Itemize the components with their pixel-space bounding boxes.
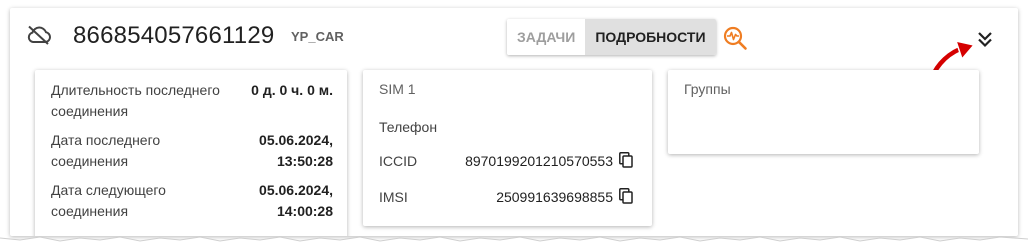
imsi-label: IMSI bbox=[379, 189, 408, 205]
stat-value: 0 д. 0 ч. 0 м. bbox=[251, 82, 333, 98]
device-header: 866854057661129 YP_CAR ЗАДАЧИ ПОДРОБНОСТ… bbox=[10, 8, 1018, 87]
stat-label: Дата последнего соединения bbox=[51, 132, 161, 169]
copy-imsi-icon[interactable] bbox=[619, 188, 633, 204]
sim-phone-label: Телефон bbox=[379, 119, 438, 135]
device-model: YP_CAR bbox=[291, 29, 344, 44]
sim-title: SIM 1 bbox=[379, 81, 416, 97]
sim-iccid-row: ICCID 8970199201210570553 bbox=[379, 152, 639, 172]
sim-card: SIM 1 Телефон ICCID 8970199201210570553 … bbox=[363, 70, 652, 226]
view-tabs: ЗАДАЧИ ПОДРОБНОСТИ bbox=[507, 19, 716, 55]
tab-tasks[interactable]: ЗАДАЧИ bbox=[507, 19, 586, 55]
iccid-value: 8970199201210570553 bbox=[465, 153, 613, 169]
connection-stats-card: Длительность последнего соединения 0 д. … bbox=[35, 70, 347, 236]
diagnostics-search-icon[interactable] bbox=[722, 25, 748, 51]
cloud-offline-icon bbox=[27, 25, 51, 45]
device-id: 866854057661129 bbox=[73, 22, 275, 49]
groups-card: Группы bbox=[668, 70, 979, 154]
copy-iccid-icon[interactable] bbox=[619, 152, 633, 168]
sim-imsi-row: IMSI 250991639698855 bbox=[379, 188, 639, 208]
iccid-label: ICCID bbox=[379, 153, 418, 169]
groups-title: Группы bbox=[684, 81, 731, 97]
stat-value: 05.06.2024, 13:50:28 bbox=[259, 132, 333, 169]
stat-value: 05.06.2024, 14:00:28 bbox=[259, 182, 333, 219]
stat-label: Дата следующего соединения bbox=[51, 182, 166, 219]
tab-details[interactable]: ПОДРОБНОСТИ bbox=[585, 19, 716, 55]
torn-edge-divider bbox=[0, 236, 1028, 250]
stat-label: Длительность последнего соединения bbox=[51, 82, 220, 119]
imsi-value: 250991639698855 bbox=[496, 189, 613, 205]
device-panel: 866854057661129 YP_CAR ЗАДАЧИ ПОДРОБНОСТ… bbox=[10, 8, 1018, 236]
